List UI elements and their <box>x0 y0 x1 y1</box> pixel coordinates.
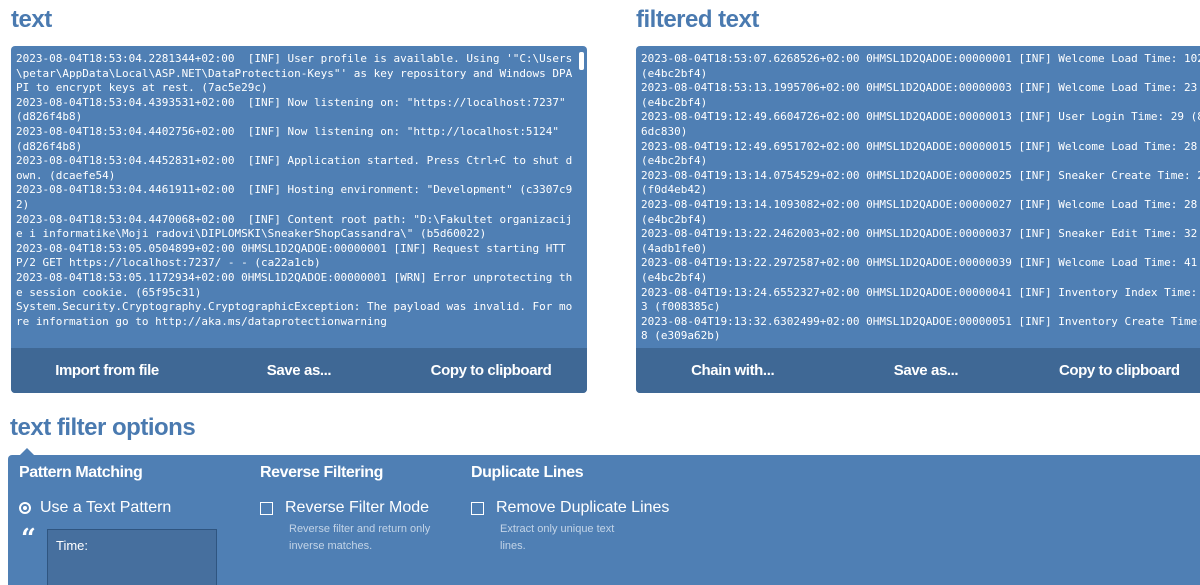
reverse-filtering-section: Reverse Filtering Reverse Filter Mode Re… <box>260 464 439 555</box>
reverse-filter-mode-option[interactable]: Reverse Filter Mode <box>260 499 439 517</box>
quote-icon: “ <box>21 524 36 554</box>
input-textarea[interactable]: 2023-08-04T18:53:04.2281344+02:00 [INF] … <box>16 52 575 346</box>
save-as-button[interactable]: Save as... <box>203 362 395 379</box>
output-heading: filtered text <box>636 6 759 33</box>
reverse-filter-checkbox[interactable] <box>260 501 273 515</box>
remove-duplicate-lines-label: Remove Duplicate Lines <box>496 499 670 516</box>
pattern-matching-title: Pattern Matching <box>19 464 143 481</box>
input-toolbar: Import from file Save as... Copy to clip… <box>11 348 587 393</box>
duplicate-lines-title: Duplicate Lines <box>471 464 584 481</box>
output-panel: 2023-08-04T18:53:07.6268526+02:00 0HMSL1… <box>636 46 1200 393</box>
pattern-matching-section: Pattern Matching Use a Text Pattern <box>19 464 171 517</box>
output-textarea[interactable]: 2023-08-04T18:53:07.6268526+02:00 0HMSL1… <box>641 52 1200 346</box>
input-panel: 2023-08-04T18:53:04.2281344+02:00 [INF] … <box>11 46 587 393</box>
text-pattern-input[interactable]: Time: <box>47 529 217 585</box>
chain-with-button[interactable]: Chain with... <box>636 362 829 379</box>
options-panel: Pattern Matching Use a Text Pattern “ Ti… <box>8 448 1200 585</box>
copy-to-clipboard-button[interactable]: Copy to clipboard <box>395 362 587 379</box>
output-toolbar: Chain with... Save as... Copy to clipboa… <box>636 348 1200 393</box>
input-scrollbar[interactable] <box>579 52 584 70</box>
reverse-filtering-title: Reverse Filtering <box>260 464 384 481</box>
output-save-as-button[interactable]: Save as... <box>829 362 1022 379</box>
remove-duplicates-checkbox[interactable] <box>471 501 484 515</box>
use-text-pattern-label: Use a Text Pattern <box>40 499 172 516</box>
import-from-file-button[interactable]: Import from file <box>11 362 203 379</box>
duplicate-lines-description: Extract only unique text lines. <box>500 523 615 552</box>
reverse-filter-description: Reverse filter and return only inverse m… <box>289 523 431 552</box>
remove-duplicate-lines-option[interactable]: Remove Duplicate Lines <box>471 499 669 517</box>
radio-selected-icon[interactable] <box>19 502 31 514</box>
output-copy-to-clipboard-button[interactable]: Copy to clipboard <box>1023 362 1200 379</box>
use-text-pattern-option[interactable]: Use a Text Pattern <box>19 499 171 517</box>
input-heading: text <box>11 6 52 33</box>
reverse-filter-mode-label: Reverse Filter Mode <box>285 499 430 516</box>
duplicate-lines-section: Duplicate Lines Remove Duplicate Lines E… <box>471 464 669 555</box>
options-heading: text filter options <box>10 414 196 441</box>
